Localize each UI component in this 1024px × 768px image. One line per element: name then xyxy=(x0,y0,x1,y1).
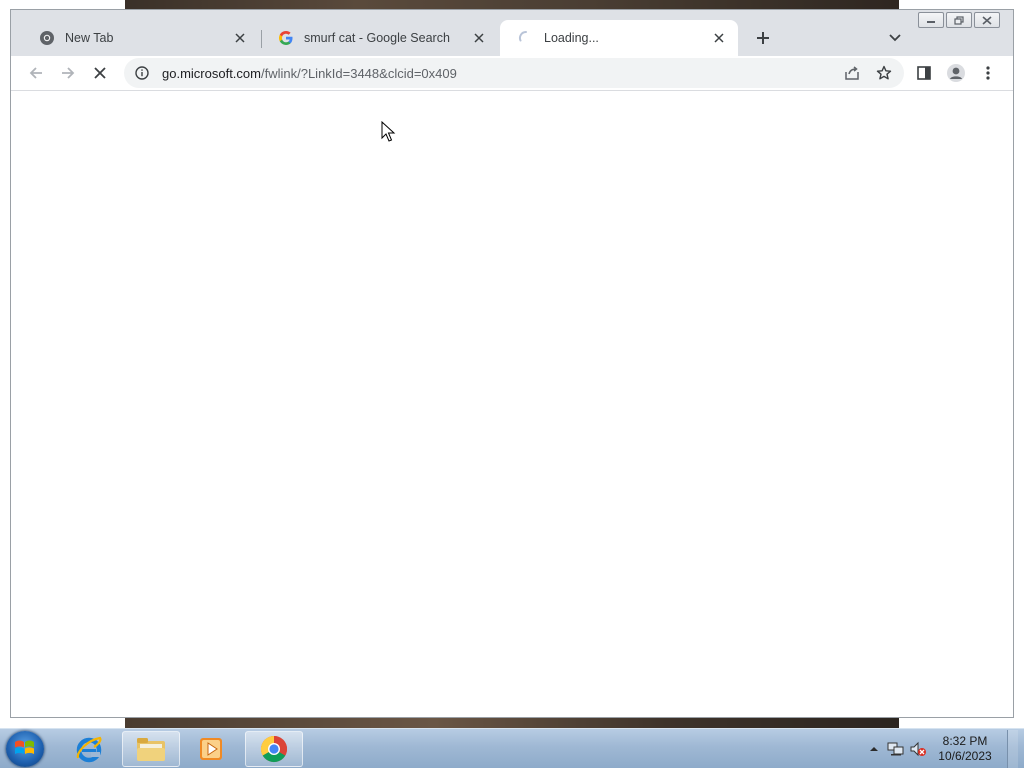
taskbar-media-player[interactable] xyxy=(182,731,240,767)
address-bar-actions xyxy=(840,61,896,85)
volume-muted-icon xyxy=(910,741,926,757)
stop-icon xyxy=(94,67,106,79)
chrome-menu-button[interactable] xyxy=(975,60,1001,86)
tab-loading[interactable]: Loading... xyxy=(500,20,738,56)
show-desktop-button[interactable] xyxy=(1007,730,1018,768)
tab-smurf-cat-search[interactable]: smurf cat - Google Search xyxy=(260,20,498,56)
tab-strip: New Tab smurf cat - Google Search Loadin… xyxy=(11,18,1013,58)
url-path: /fwlink/?LinkId=3448&clcid=0x409 xyxy=(260,65,457,81)
mouse-cursor-icon xyxy=(381,121,396,142)
profile-button[interactable] xyxy=(943,60,969,86)
arrow-right-icon xyxy=(62,67,75,79)
taskbar-clock[interactable]: 8:32 PM 10/6/2023 xyxy=(929,734,1001,764)
url-text[interactable]: go.microsoft.com/fwlink/?LinkId=3448&clc… xyxy=(162,66,904,81)
google-icon xyxy=(278,30,294,46)
plus-icon xyxy=(757,32,769,44)
volume-button[interactable] xyxy=(907,738,929,760)
close-icon xyxy=(714,33,724,43)
share-icon xyxy=(845,66,859,80)
close-icon xyxy=(235,33,245,43)
profile-icon xyxy=(947,64,965,82)
tab-close-button[interactable] xyxy=(710,29,728,47)
page-content-area[interactable] xyxy=(11,91,1013,717)
address-bar[interactable]: go.microsoft.com/fwlink/?LinkId=3448&clc… xyxy=(124,58,904,88)
side-panel-button[interactable] xyxy=(911,60,937,86)
loading-spinner-icon xyxy=(518,30,534,46)
arrow-left-icon xyxy=(29,67,42,79)
forward-button[interactable] xyxy=(55,60,81,86)
chrome-icon xyxy=(39,30,55,46)
tab-new-tab[interactable]: New Tab xyxy=(21,20,259,56)
clock-date: 10/6/2023 xyxy=(938,749,992,763)
chrome-icon xyxy=(260,735,288,763)
bookmark-button[interactable] xyxy=(872,61,896,85)
tab-close-button[interactable] xyxy=(231,29,249,47)
windows-taskbar: 8:32 PM 10/6/2023 xyxy=(0,728,1024,768)
show-hidden-icons-button[interactable] xyxy=(863,738,885,760)
network-icon xyxy=(887,742,904,756)
tab-title: New Tab xyxy=(65,31,114,45)
chevron-up-icon xyxy=(870,747,878,751)
windows-logo-icon xyxy=(15,740,34,754)
taskbar-windows-explorer[interactable] xyxy=(122,731,180,767)
stop-loading-button[interactable] xyxy=(87,60,113,86)
chevron-down-icon xyxy=(889,34,901,42)
more-vertical-icon xyxy=(986,66,990,80)
taskbar-internet-explorer[interactable] xyxy=(60,731,118,767)
network-button[interactable] xyxy=(885,738,907,760)
tab-search-button[interactable] xyxy=(883,26,907,50)
share-button[interactable] xyxy=(840,61,864,85)
clock-time: 8:32 PM xyxy=(942,734,988,748)
new-tab-button[interactable] xyxy=(751,26,775,50)
tab-close-button[interactable] xyxy=(470,29,488,47)
side-panel-icon xyxy=(917,66,931,80)
star-icon xyxy=(876,65,892,80)
taskbar-google-chrome[interactable] xyxy=(245,731,303,767)
site-info-icon[interactable] xyxy=(132,63,152,83)
media-player-icon xyxy=(200,738,222,760)
close-icon xyxy=(474,33,484,43)
browser-toolbar: go.microsoft.com/fwlink/?LinkId=3448&clc… xyxy=(11,56,1013,90)
tab-title: smurf cat - Google Search xyxy=(304,31,450,45)
folder-icon xyxy=(137,738,165,761)
tab-title: Loading... xyxy=(544,31,599,45)
chrome-window: New Tab smurf cat - Google Search Loadin… xyxy=(10,9,1014,718)
url-host: go.microsoft.com xyxy=(162,65,261,81)
system-tray: 8:32 PM 10/6/2023 xyxy=(863,729,1018,768)
internet-explorer-icon xyxy=(76,736,102,763)
back-button[interactable] xyxy=(23,60,49,86)
